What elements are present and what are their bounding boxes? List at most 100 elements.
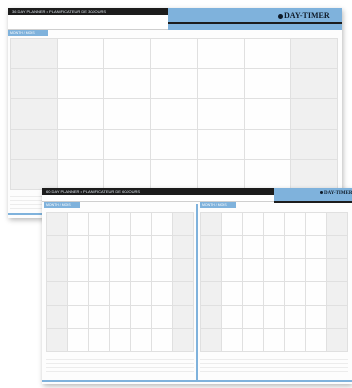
- day-cell: [89, 305, 110, 329]
- month-divider: [196, 204, 198, 380]
- day-cell: [110, 305, 131, 329]
- day-cell: [222, 305, 243, 329]
- logo-dot-icon: [320, 191, 323, 195]
- day-cell: [68, 282, 89, 306]
- day-cell: [306, 213, 327, 237]
- logo-dot-icon: [278, 13, 283, 19]
- brand-logo: DAY-TIMER: [320, 191, 352, 196]
- day-cell: [104, 99, 152, 130]
- day-cell: [11, 99, 58, 130]
- day-cell: [68, 305, 89, 329]
- brand-logo: DAY-TIMER: [278, 11, 330, 20]
- day-cell: [104, 69, 152, 100]
- day-cell: [131, 213, 152, 237]
- day-cell: [197, 39, 245, 70]
- day-cell: [197, 69, 245, 100]
- day-cell: [197, 159, 245, 190]
- day-cell: [327, 305, 348, 329]
- header-stripe: [168, 22, 342, 24]
- day-cell: [152, 282, 173, 306]
- day-cell: [11, 159, 58, 190]
- day-cell: [151, 39, 198, 70]
- day-cell: [327, 236, 348, 260]
- day-cell: [222, 282, 243, 306]
- month-tab: MONTH / MOIS: [8, 30, 48, 36]
- day-cell: [291, 69, 338, 100]
- day-cell: [152, 213, 173, 237]
- day-cell: [11, 39, 58, 70]
- day-cell: [306, 305, 327, 329]
- day-cell: [244, 39, 292, 70]
- day-cell: [264, 259, 285, 283]
- day-cell: [264, 236, 285, 260]
- left-month-grid: [46, 212, 194, 352]
- day-cell: [285, 236, 306, 260]
- header-title-box: [42, 195, 274, 202]
- day-cell: [244, 159, 292, 190]
- right-month-tab: MONTH / MOIS: [200, 202, 236, 208]
- day-cell: [243, 282, 264, 306]
- day-cell: [110, 213, 131, 237]
- day-cell: [57, 99, 105, 130]
- day-cell: [68, 236, 89, 260]
- day-cell: [285, 213, 306, 237]
- planner-title: 60 DAY PLANNER • PLANIFICATEUR DE 60JOUR…: [42, 188, 274, 195]
- day-cell: [110, 328, 131, 352]
- day-cell: [57, 39, 105, 70]
- day-cell: [104, 129, 152, 160]
- month-grid: [10, 38, 338, 190]
- day-cell: [243, 259, 264, 283]
- day-cell: [57, 159, 105, 190]
- day-cell: [110, 282, 131, 306]
- day-cell: [327, 282, 348, 306]
- day-cell: [47, 236, 68, 260]
- day-cell: [222, 259, 243, 283]
- day-cell: [197, 99, 245, 130]
- day-cell: [57, 69, 105, 100]
- day-cell: [285, 305, 306, 329]
- day-cell: [222, 236, 243, 260]
- day-cell: [243, 236, 264, 260]
- day-cell: [152, 259, 173, 283]
- day-cell: [151, 69, 198, 100]
- day-cell: [152, 305, 173, 329]
- day-cell: [285, 282, 306, 306]
- day-cell: [47, 328, 68, 352]
- day-cell: [285, 259, 306, 283]
- day-cell: [89, 282, 110, 306]
- day-cell: [327, 213, 348, 237]
- day-cell: [201, 328, 222, 352]
- day-cell: [173, 236, 194, 260]
- day-cell: [291, 129, 338, 160]
- day-cell: [291, 39, 338, 70]
- day-cell: [68, 259, 89, 283]
- day-cell: [327, 259, 348, 283]
- day-cell: [201, 305, 222, 329]
- header-title-box: [8, 15, 168, 30]
- day-cell: [89, 236, 110, 260]
- day-cell: [131, 282, 152, 306]
- day-cell: [68, 328, 89, 352]
- day-cell: [243, 328, 264, 352]
- right-month-grid: [200, 212, 348, 352]
- day-cell: [173, 305, 194, 329]
- day-cell: [110, 259, 131, 283]
- day-cell: [291, 99, 338, 130]
- day-cell: [264, 305, 285, 329]
- day-cell: [151, 129, 198, 160]
- day-cell: [131, 259, 152, 283]
- day-cell: [104, 39, 152, 70]
- day-cell: [47, 282, 68, 306]
- day-cell: [173, 282, 194, 306]
- day-cell: [244, 129, 292, 160]
- day-cell: [201, 282, 222, 306]
- day-cell: [244, 69, 292, 100]
- day-cell: [131, 236, 152, 260]
- day-cell: [201, 259, 222, 283]
- day-cell: [173, 213, 194, 237]
- day-cell: [47, 259, 68, 283]
- day-cell: [151, 159, 198, 190]
- day-cell: [243, 213, 264, 237]
- day-cell: [68, 213, 89, 237]
- day-cell: [222, 328, 243, 352]
